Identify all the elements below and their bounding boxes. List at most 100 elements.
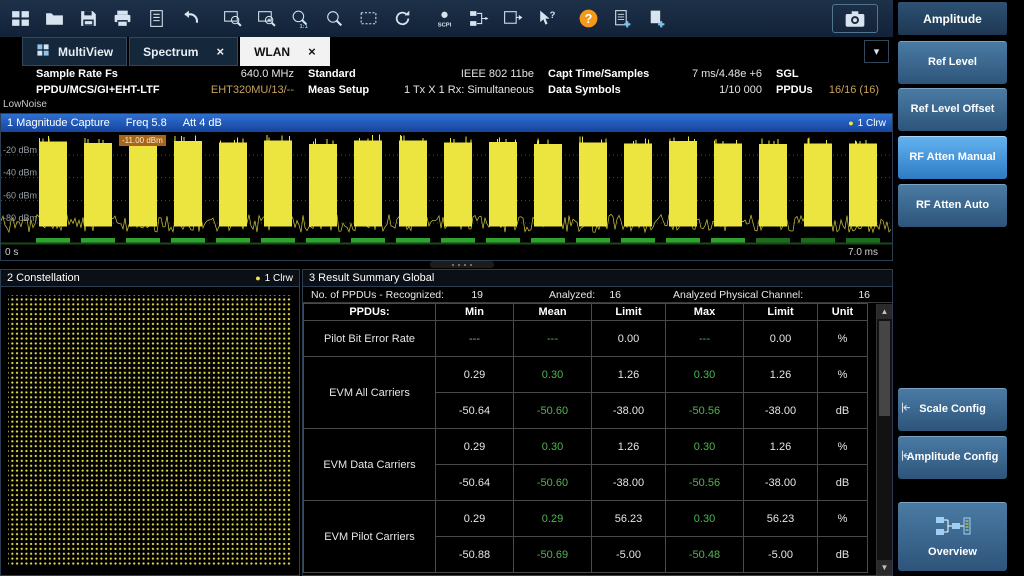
- close-tab-icon[interactable]: ×: [298, 44, 316, 59]
- cell-unit: dB: [818, 537, 868, 573]
- softkey-rf-atten-manual[interactable]: RF Atten Manual: [898, 136, 1007, 179]
- report-icon[interactable]: [139, 4, 173, 34]
- magnitude-capture-titlebar[interactable]: 1 Magnitude Capture Freq 5.8 Att 4 dB ● …: [1, 114, 892, 132]
- zoom-window-icon[interactable]: [215, 4, 249, 34]
- svg-text:-20 dBm: -20 dBm: [3, 145, 37, 155]
- cell-min: 0.29: [436, 357, 514, 393]
- att-setting: Att 4 dB: [183, 117, 222, 129]
- softkey-label: Amplitude Config: [907, 451, 999, 465]
- tab-multiview[interactable]: MultiView: [22, 37, 127, 66]
- help-icon[interactable]: ?: [571, 4, 605, 34]
- window-splitter-handle[interactable]: [430, 261, 494, 268]
- info-label: Meas Setup: [308, 84, 369, 96]
- row-name: EVM All Carriers: [304, 357, 436, 429]
- softkey-rf-atten-auto[interactable]: RF Atten Auto: [898, 184, 1007, 227]
- info-capt-time-samples[interactable]: Capt Time/Samples7 ms/4.48e +6: [548, 68, 776, 80]
- softkey-ref-level[interactable]: Ref Level: [898, 41, 1007, 84]
- softkey-label: Overview: [928, 546, 977, 560]
- tab-spectrum[interactable]: Spectrum ×: [129, 37, 238, 66]
- axis-start-label: 0 s: [5, 247, 18, 258]
- tab-list-dropdown[interactable]: ▾: [864, 40, 889, 63]
- info-ppdus[interactable]: PPDUs16/16 (16): [776, 84, 893, 96]
- svg-text:-80 dBm: -80 dBm: [3, 213, 37, 223]
- trace-label: 1 Clrw: [858, 118, 886, 129]
- info-label: Data Symbols: [548, 84, 621, 96]
- tab-label: Spectrum: [143, 45, 198, 59]
- softkey-amplitude-config[interactable]: Amplitude Config: [898, 436, 1007, 479]
- svg-text:-40 dBm: -40 dBm: [3, 168, 37, 178]
- softkey-overview[interactable]: Overview: [898, 502, 1007, 571]
- info-meas-setup[interactable]: Meas Setup1 Tx X 1 Rx: Simultaneous: [308, 84, 548, 96]
- column-header-unit: Unit: [818, 304, 868, 321]
- info-ppdu-mcs-gi-eht-ltf[interactable]: PPDU/MCS/GI+EHT-LTFEHT320MU/13/--: [36, 84, 308, 96]
- time-axis: 0 s 7.0 ms: [1, 246, 892, 258]
- softkey-ref-level-offset[interactable]: Ref Level Offset: [898, 88, 1007, 131]
- screenshot-camera-button[interactable]: [832, 4, 878, 33]
- constellation-plot[interactable]: [8, 295, 292, 566]
- cell-limit: -5.00: [744, 537, 818, 573]
- result-row: EVM All Carriers0.290.301.260.301.26%: [304, 357, 868, 393]
- info-sample-rate-fs[interactable]: Sample Rate Fs640.0 MHz: [36, 68, 308, 80]
- scrollbar-thumb[interactable]: [879, 321, 890, 416]
- report-add-icon[interactable]: [605, 4, 639, 34]
- save-icon[interactable]: [71, 4, 105, 34]
- magnitude-capture-window: 1 Magnitude Capture Freq 5.8 Att 4 dB ● …: [0, 113, 893, 261]
- zoom-icon[interactable]: [317, 4, 351, 34]
- window-title: 2 Constellation: [7, 272, 80, 284]
- zoom-1to1-icon[interactable]: 1:1: [283, 4, 317, 34]
- magnitude-trace: -20 dBm-40 dBm-60 dBm-80 dBm: [1, 132, 892, 246]
- cell-max: 0.30: [666, 501, 744, 537]
- analyzed-channel-value: 16: [858, 289, 870, 301]
- cell-limit: -38.00: [592, 465, 666, 501]
- constellation-titlebar[interactable]: 2 Constellation ● 1 Clrw: [1, 270, 299, 287]
- print-icon[interactable]: [105, 4, 139, 34]
- tab-wlan[interactable]: WLAN×: [240, 37, 330, 66]
- cell-min: 0.29: [436, 429, 514, 465]
- svg-text:?: ?: [584, 12, 592, 26]
- column-header-ppdus: PPDUs:: [304, 304, 436, 321]
- open-file-icon[interactable]: [37, 4, 71, 34]
- svg-text:SCPI: SCPI: [437, 22, 451, 28]
- instrument-screen: 1:1SCPI?? Amplitude Ref LevelRef Level O…: [0, 0, 1024, 576]
- cell-max: ---: [666, 321, 744, 357]
- axis-end-label: 7.0 ms: [848, 247, 878, 258]
- undo-icon[interactable]: [173, 4, 207, 34]
- softkey-scale-config[interactable]: Scale Config: [898, 388, 1007, 431]
- scroll-down-icon[interactable]: ▼: [877, 560, 892, 575]
- cell-min: -50.64: [436, 465, 514, 501]
- tabs: MultiViewSpectrum×WLAN×: [22, 37, 864, 66]
- cell-mean: -50.60: [514, 465, 592, 501]
- close-tab-icon[interactable]: ×: [206, 44, 224, 59]
- select-window-icon[interactable]: [351, 4, 385, 34]
- cell-mean: ---: [514, 321, 592, 357]
- info-value: 16/16 (16): [829, 84, 879, 96]
- trace-legend: ● 1 Clrw: [255, 273, 293, 284]
- info-data-symbols[interactable]: Data Symbols 1/10 000: [548, 84, 776, 96]
- softkey-label: RF Atten Manual: [909, 151, 995, 165]
- context-help-icon[interactable]: ?: [529, 4, 563, 34]
- column-header-limit: Limit: [744, 304, 818, 321]
- cell-unit: dB: [818, 465, 868, 501]
- windows-icon[interactable]: [3, 4, 37, 34]
- table-scrollbar[interactable]: ▲ ▼: [876, 304, 892, 575]
- zoom-window-add-icon[interactable]: [249, 4, 283, 34]
- info-standard[interactable]: StandardIEEE 802 11be: [308, 68, 548, 80]
- info-sgl[interactable]: SGL: [776, 68, 893, 80]
- report-new-icon[interactable]: [639, 4, 673, 34]
- softkey-label: Scale Config: [919, 403, 986, 417]
- info-value: 1/10 000: [719, 84, 762, 96]
- sequencer-icon[interactable]: [461, 4, 495, 34]
- split-window-icon[interactable]: [495, 4, 529, 34]
- magnitude-capture-plot[interactable]: -20 dBm-40 dBm-60 dBm-80 dBm -11.00 dBm: [1, 132, 892, 246]
- column-header-mean: Mean: [514, 304, 592, 321]
- toolbar: 1:1 SCPI??: [0, 0, 893, 37]
- cell-limit: 1.26: [744, 357, 818, 393]
- scpi-recorder-icon[interactable]: SCPI: [427, 4, 461, 34]
- result-summary-titlebar[interactable]: 3 Result Summary Global: [303, 270, 892, 287]
- cell-unit: %: [818, 321, 868, 357]
- cell-mean: 0.30: [514, 429, 592, 465]
- cell-max: -50.56: [666, 393, 744, 429]
- marker-readout[interactable]: -11.00 dBm: [119, 135, 166, 146]
- scroll-up-icon[interactable]: ▲: [877, 304, 892, 319]
- refresh-icon[interactable]: [385, 4, 419, 34]
